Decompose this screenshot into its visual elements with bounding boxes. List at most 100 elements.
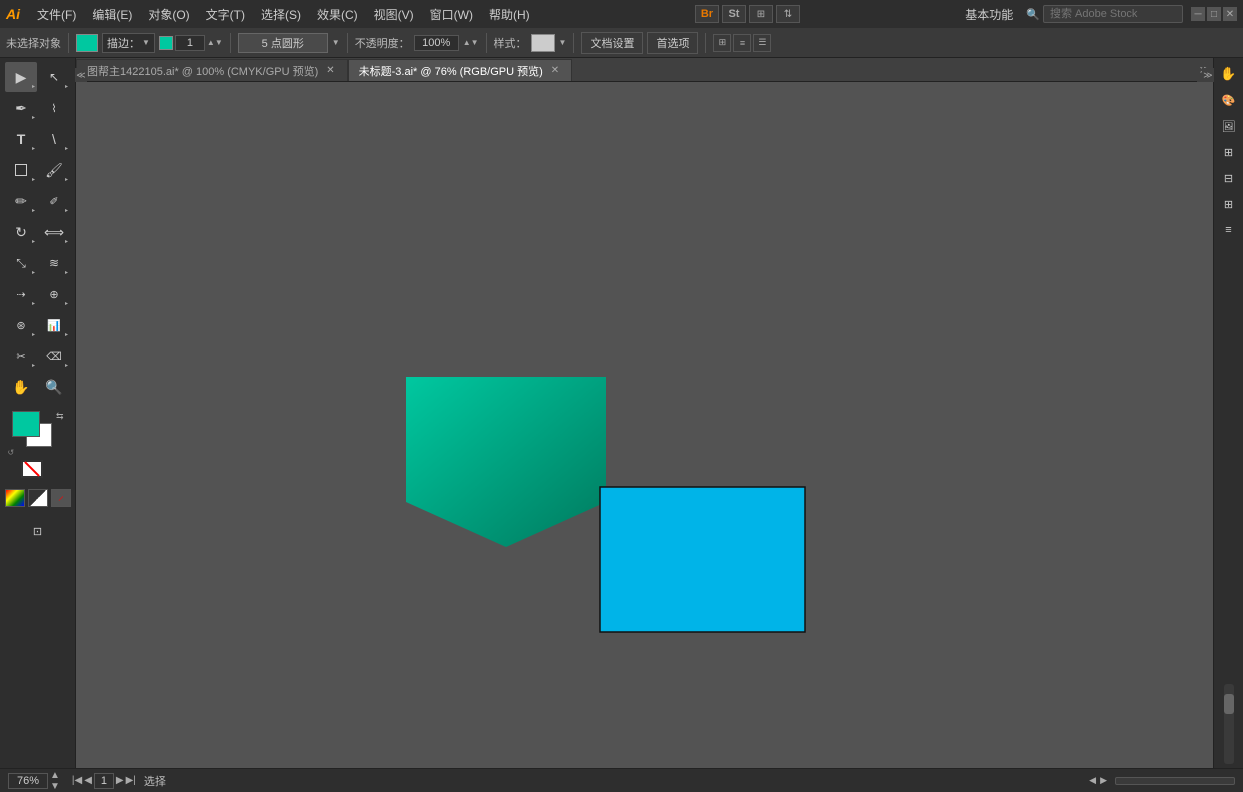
stroke-unit-arrow[interactable]: ▲▼ (207, 38, 223, 47)
stroke-width-input[interactable]: 1 (175, 35, 205, 51)
align-panel-button[interactable]: ⊟ (1217, 166, 1241, 190)
curvature-tool-button[interactable]: ⌇ (38, 93, 70, 123)
type-tool-button[interactable]: T ▸ (5, 124, 37, 154)
graph-tool-button[interactable]: 📊 ▸ (38, 310, 70, 340)
grid-panel-button[interactable]: ⊞ (1217, 140, 1241, 164)
preferences-button[interactable]: 首选项 (647, 32, 698, 54)
color-mode-button[interactable] (5, 489, 25, 507)
brush-preset-arrow[interactable]: ▼ (332, 38, 340, 47)
fill-swatch[interactable] (76, 34, 98, 52)
scale-tool-button[interactable]: ⤡ ▸ (5, 248, 37, 278)
tab-0-close[interactable]: ✕ (324, 65, 336, 76)
stock-icon[interactable]: St (722, 5, 746, 23)
zoom-up-button[interactable]: ▲ (50, 770, 60, 781)
stroke-color-swatch[interactable] (159, 36, 173, 50)
menu-edit[interactable]: 编辑(E) (85, 4, 139, 25)
style-swatch[interactable] (531, 34, 555, 52)
tab-0[interactable]: 图帮主1422105.ai* @ 100% (CMYK/GPU 预览) ✕ (76, 59, 348, 81)
line-tool-button[interactable]: \ ▸ (38, 124, 70, 154)
left-panel-collapse[interactable]: ≪ (75, 68, 87, 82)
rectangle-tool-arrow: ▸ (32, 176, 35, 183)
gradient-mode-button[interactable] (28, 489, 48, 507)
opacity-input[interactable]: 100% (414, 35, 459, 51)
color-panel-button[interactable]: 🎨 (1217, 88, 1241, 112)
page-first-button[interactable]: |◀ (72, 775, 82, 786)
artboard-next-button[interactable]: ▶ (1100, 775, 1107, 786)
zoom-icon: 🔍 (45, 379, 62, 396)
brush-preset-field[interactable]: 5 点圆形 (238, 33, 328, 53)
v-scroll-track[interactable] (1224, 684, 1234, 764)
search-input[interactable] (1043, 5, 1183, 23)
arrange-icon-2[interactable]: ≡ (733, 34, 751, 52)
separator-2 (230, 33, 231, 53)
hand-panel-button[interactable]: ✋ (1217, 62, 1241, 86)
none-mode-button[interactable]: ─ (51, 489, 71, 507)
rectangle-tool-button[interactable]: ▸ (5, 155, 37, 185)
paintbrush-tool-button[interactable]: 🖌 ▸ (38, 155, 70, 185)
close-button[interactable]: ✕ (1223, 7, 1237, 21)
slice-tool-button[interactable]: ✂ ▸ (5, 341, 37, 371)
tab-1-close[interactable]: ✕ (549, 65, 561, 76)
zoom-down-button[interactable]: ▼ (50, 781, 60, 792)
swap-colors-icon[interactable]: ⇆ (56, 411, 64, 422)
sync-icon[interactable]: ⇅ (776, 5, 800, 23)
opacity-arrow[interactable]: ▲▼ (463, 38, 479, 47)
page-prev-button[interactable]: ◀ (84, 775, 92, 786)
workspace-label[interactable]: 基本功能 (958, 4, 1020, 25)
grid-view-icon[interactable]: ⊞ (749, 5, 773, 23)
shape-rectangle[interactable] (600, 487, 805, 632)
zoom-arrows[interactable]: ▲ ▼ (50, 770, 60, 792)
doc-settings-button[interactable]: 文档设置 (581, 32, 643, 54)
foreground-color-swatch[interactable] (12, 411, 40, 437)
tab-1[interactable]: 未标题-3.ai* @ 76% (RGB/GPU 预览) ✕ (348, 59, 573, 81)
artboard-prev-button[interactable]: ◀ (1089, 775, 1096, 786)
align-panel-icon: ⊟ (1224, 172, 1233, 185)
bridge-icon[interactable]: Br (695, 5, 719, 23)
pencil-icon: ✏ (15, 193, 27, 210)
warp-tool-button[interactable]: ≋ ▸ (38, 248, 70, 278)
shaper-tool-button[interactable]: ✐ ▸ (38, 186, 70, 216)
stroke-dropdown[interactable]: 描边： ▼ (102, 33, 155, 53)
selection-tool-button[interactable]: ▶ ▸ (5, 62, 37, 92)
artboard-tool-button[interactable]: ⊡ (8, 516, 68, 546)
menu-select[interactable]: 选择(S) (254, 4, 308, 25)
pencil-tool-button[interactable]: ✏ ▸ (5, 186, 37, 216)
transform-panel-button[interactable]: ⊞ (1217, 192, 1241, 216)
right-panel: ✋ 🎨 🖼 ⊞ ⊟ ⊞ ≡ (1213, 58, 1243, 768)
shape-pentagon[interactable] (406, 377, 606, 547)
arrange-icon-1[interactable]: ⊞ (713, 34, 731, 52)
direct-selection-tool-button[interactable]: ↖ ▸ (38, 62, 70, 92)
zoom-tool-button[interactable]: 🔍 (38, 372, 70, 402)
page-number-input[interactable] (94, 773, 114, 789)
style-arrow[interactable]: ▼ (559, 38, 567, 47)
hand-icon: ✋ (12, 379, 29, 396)
pen-tool-button[interactable]: ✒ ▸ (5, 93, 37, 123)
hand-tool-button[interactable]: ✋ (5, 372, 37, 402)
stroke-color-swatch-2[interactable] (21, 460, 43, 478)
restore-button[interactable]: □ (1207, 7, 1221, 21)
menu-file[interactable]: 文件(F) (30, 4, 83, 25)
page-last-button[interactable]: ▶| (126, 775, 136, 786)
app-logo: Ai (6, 6, 20, 22)
reset-colors-icon[interactable]: ↺ (8, 448, 15, 457)
menu-object[interactable]: 对象(O) (141, 4, 196, 25)
right-panel-collapse[interactable]: ≫ (1202, 68, 1214, 82)
layers-panel-button[interactable]: ≡ (1217, 218, 1241, 242)
image-panel-button[interactable]: 🖼 (1217, 114, 1241, 138)
width-tool-button[interactable]: ⇢ ▸ (5, 279, 37, 309)
menu-window[interactable]: 窗口(W) (423, 4, 480, 25)
shapebuilder-tool-button[interactable]: ⊕ ▸ (38, 279, 70, 309)
menu-effect[interactable]: 效果(C) (310, 4, 365, 25)
rotate-tool-button[interactable]: ↻ ▸ (5, 217, 37, 247)
menu-type[interactable]: 文字(T) (199, 4, 252, 25)
menu-view[interactable]: 视图(V) (367, 4, 421, 25)
page-next-button[interactable]: ▶ (116, 775, 124, 786)
tab-0-label: 图帮主1422105.ai* @ 100% (CMYK/GPU 预览) (87, 63, 318, 79)
reflect-tool-button[interactable]: ⟺ ▸ (38, 217, 70, 247)
zoom-input[interactable] (8, 773, 48, 789)
symbol-tool-button[interactable]: ⊛ ▸ (5, 310, 37, 340)
menu-help[interactable]: 帮助(H) (482, 4, 537, 25)
arrange-icon-3[interactable]: ☰ (753, 34, 771, 52)
minimize-button[interactable]: ─ (1191, 7, 1205, 21)
eraser-tool-button[interactable]: ⌫ ▸ (38, 341, 70, 371)
